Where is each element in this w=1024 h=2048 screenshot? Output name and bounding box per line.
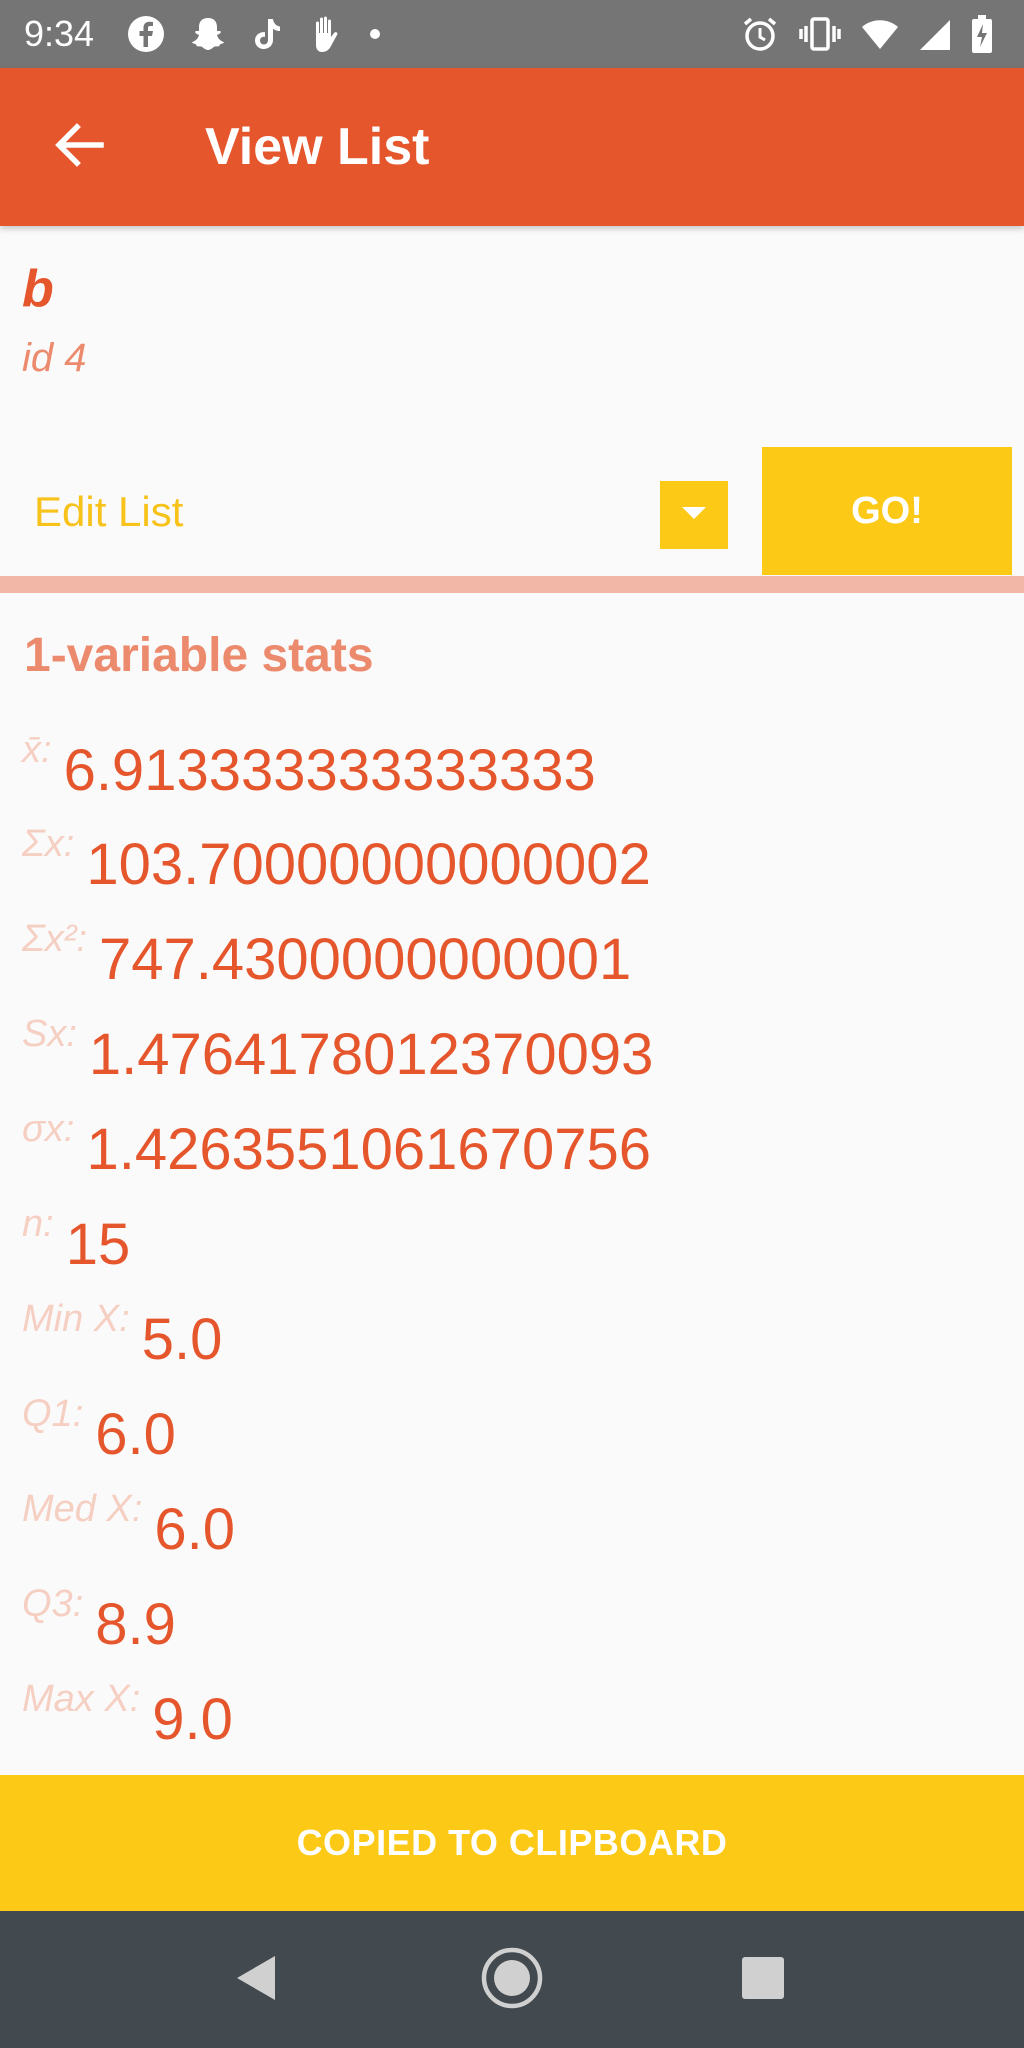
status-notification-icons xyxy=(126,12,382,56)
status-time: 9:34 xyxy=(24,13,95,54)
stat-label: Σx²: xyxy=(22,918,87,960)
stat-value: 6.913333333333333 xyxy=(63,738,596,803)
go-button[interactable]: GO! xyxy=(762,447,1012,575)
stat-row-min: Min X: 5.0 xyxy=(22,1297,222,1373)
stat-row-count: n: 15 xyxy=(22,1202,130,1278)
status-system-icons xyxy=(740,12,994,56)
battery-charging-icon xyxy=(970,14,994,54)
system-nav-bar xyxy=(0,1911,1024,2048)
stat-label: Sx: xyxy=(22,1013,77,1055)
home-circle-icon xyxy=(479,1945,545,2016)
stat-value: 6.0 xyxy=(95,1402,176,1467)
dropdown-toggle[interactable] xyxy=(660,481,728,549)
caret-down-icon xyxy=(679,504,709,527)
stat-label: x̄: xyxy=(22,729,52,771)
wifi-icon xyxy=(860,16,900,52)
app-bar: View List xyxy=(0,68,1024,226)
action-dropdown[interactable]: Edit List xyxy=(0,446,744,576)
vibrate-icon xyxy=(798,14,842,54)
nav-recents-button[interactable] xyxy=(728,1945,798,2015)
stats-title: 1-variable stats xyxy=(24,629,374,682)
nav-back-button[interactable] xyxy=(220,1945,290,2015)
stat-value: 6.0 xyxy=(154,1497,236,1562)
list-id: id 4 xyxy=(22,336,87,380)
nav-home-button[interactable] xyxy=(477,1945,547,2015)
stat-row-sum: Σx: 103.70000000000002 xyxy=(22,822,651,898)
stat-row-q1: Q1: 6.0 xyxy=(22,1392,176,1468)
stat-value: 9.0 xyxy=(152,1687,233,1752)
stat-row-q3: Q3: 8.9 xyxy=(22,1582,176,1658)
stat-label: Min X: xyxy=(22,1298,130,1340)
snackbar: COPIED TO CLIPBOARD xyxy=(0,1775,1024,1911)
status-bar: 9:34 xyxy=(0,0,1024,68)
stat-label: Med X: xyxy=(22,1488,143,1530)
stat-value: 8.9 xyxy=(95,1592,176,1657)
screen: 9:34 View List b id 4 Edit List GO! 1-va… xyxy=(0,0,1024,2048)
stat-label: n: xyxy=(22,1203,54,1245)
stat-value: 15 xyxy=(65,1212,131,1277)
tiktok-icon xyxy=(250,15,284,53)
facebook-icon xyxy=(126,14,166,54)
stat-row-sample-sd: Sx: 1.4764178012370093 xyxy=(22,1012,653,1088)
dot-icon xyxy=(368,27,382,41)
stat-value: 747.4300000000001 xyxy=(99,927,632,992)
back-triangle-icon xyxy=(231,1952,279,2009)
stat-label: Σx: xyxy=(22,823,75,865)
stat-row-max: Max X: 9.0 xyxy=(22,1677,233,1753)
stat-label: Q1: xyxy=(22,1393,84,1435)
hand-icon xyxy=(306,13,346,55)
action-dropdown-value: Edit List xyxy=(34,488,184,535)
arrow-left-icon xyxy=(51,117,107,178)
list-name: b xyxy=(22,260,54,318)
stat-value: 5.0 xyxy=(141,1307,223,1372)
stat-row-median: Med X: 6.0 xyxy=(22,1487,235,1563)
recents-square-icon xyxy=(740,1955,786,2006)
stat-label: σx: xyxy=(22,1108,75,1150)
divider xyxy=(0,576,1024,593)
stat-row-sum-squares: Σx²: 747.4300000000001 xyxy=(22,917,631,993)
stat-label: Max X: xyxy=(22,1678,141,1720)
stat-row-mean: x̄: 6.913333333333333 xyxy=(22,728,596,804)
snapchat-icon xyxy=(188,14,228,54)
stat-value: 1.4263551061670756 xyxy=(86,1117,651,1182)
stat-value: 103.70000000000002 xyxy=(86,832,651,897)
back-button[interactable] xyxy=(46,114,112,180)
stat-row-population-sd: σx: 1.4263551061670756 xyxy=(22,1107,651,1183)
page-title: View List xyxy=(205,118,430,176)
signal-icon xyxy=(918,16,952,52)
alarm-icon xyxy=(740,14,780,54)
stat-value: 1.4764178012370093 xyxy=(88,1022,654,1087)
snackbar-text: COPIED TO CLIPBOARD xyxy=(296,1822,728,1863)
stat-label: Q3: xyxy=(22,1583,84,1625)
